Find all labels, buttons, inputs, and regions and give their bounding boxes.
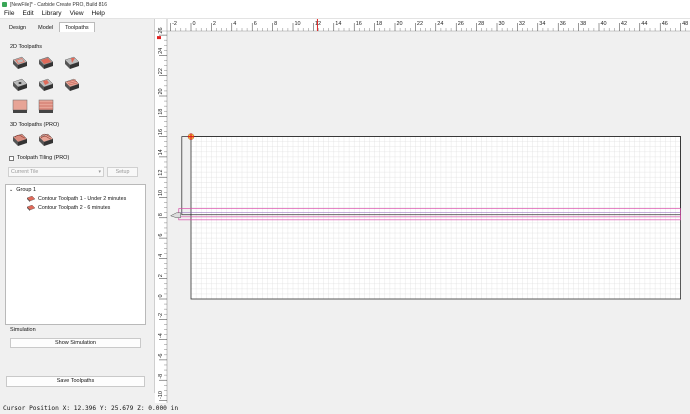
left-ruler-label: 14	[158, 149, 164, 155]
left-ruler-label: 0	[158, 294, 164, 297]
tiling-row: Toolpath Tiling (PRO)	[9, 155, 69, 161]
top-ruler-label: 32	[519, 21, 525, 27]
advanced-vcarve-toolpath-icon[interactable]	[37, 76, 55, 93]
left-ruler-label: 2	[158, 274, 164, 277]
left-ruler-label: 12	[158, 170, 164, 176]
menu-library[interactable]: Library	[38, 10, 66, 17]
menu-help[interactable]: Help	[88, 10, 109, 17]
left-ruler-label: -8	[158, 374, 164, 379]
tree-group-label: Group 1	[16, 187, 37, 193]
pocket-toolpath-icon[interactable]	[37, 54, 55, 71]
cursor-y-marker	[157, 36, 161, 40]
toolpath-tree: ⌄ Group 1 Contour Toolpath 1 - Under 2 m…	[5, 184, 146, 325]
tree-item-toolpath-1[interactable]: Contour Toolpath 1 - Under 2 minutes	[27, 196, 126, 202]
top-ruler-label: 8	[274, 21, 277, 27]
save-toolpaths-button[interactable]: Save Toolpaths	[6, 376, 145, 387]
top-ruler-label: 24	[437, 21, 443, 27]
tile-select-value: Current Tile	[11, 169, 39, 175]
top-ruler-label: 30	[499, 21, 505, 27]
tree-item-toolpath-2[interactable]: Contour Toolpath 2 - 6 minutes	[27, 205, 110, 211]
left-ruler-label: 26	[158, 27, 164, 33]
top-ruler-label: 48	[682, 21, 688, 27]
tab-design[interactable]: Design	[3, 22, 32, 32]
drill-toolpath-icon[interactable]	[11, 76, 29, 93]
top-ruler-label: 10	[295, 21, 301, 27]
tiling-setup-button[interactable]: Setup	[107, 167, 138, 177]
top-ruler-label: 46	[662, 21, 668, 27]
menu-file[interactable]: File	[0, 10, 18, 17]
tree-item-label: Contour Toolpath 2 - 6 minutes	[38, 205, 111, 211]
show-simulation-button[interactable]: Show Simulation	[10, 338, 141, 348]
left-ruler-label: 24	[158, 48, 164, 54]
vcarve-toolpath-icon[interactable]	[63, 54, 81, 71]
left-ruler-label: 22	[158, 68, 164, 74]
left-ruler-label: 18	[158, 109, 164, 115]
top-ruler-label: 6	[254, 21, 257, 27]
left-ruler-label: -10	[158, 391, 164, 399]
contour-toolpath-icon	[27, 196, 35, 202]
top-ruler-label: 44	[641, 21, 647, 27]
contour-toolpath-icon	[27, 205, 35, 211]
tile-select[interactable]: Current Tile ▾	[8, 167, 104, 177]
flat-pocket-toolpath-icon[interactable]	[11, 98, 29, 115]
top-ruler-label: 12	[315, 21, 321, 27]
chamfer-toolpath-icon[interactable]	[37, 98, 55, 115]
tab-toolpaths[interactable]: Toolpaths	[59, 22, 95, 32]
menu-bar: File Edit Library View Help	[0, 9, 690, 19]
chevron-down-icon[interactable]: ⌄	[9, 187, 13, 193]
top-ruler-label: 0	[193, 21, 196, 27]
top-ruler-label: 26	[458, 21, 464, 27]
left-ruler-label: -4	[158, 333, 164, 338]
top-ruler-label: 34	[539, 21, 545, 27]
top-ruler-label: 14	[335, 21, 341, 27]
menu-view[interactable]: View	[66, 10, 88, 17]
menu-edit[interactable]: Edit	[18, 10, 37, 17]
2d-toolpaths-label: 2D Toolpaths	[10, 44, 43, 50]
3d-finish-toolpath-icon[interactable]	[37, 131, 55, 148]
3d-toolpaths-label: 3D Toolpaths (PRO)	[10, 122, 60, 128]
top-ruler-label: 42	[621, 21, 627, 27]
tree-group[interactable]: ⌄ Group 1	[9, 187, 36, 193]
status-bar: Cursor Position X: 12.396 Y: 25.679 Z: 0…	[0, 403, 690, 414]
left-ruler-label: 6	[158, 234, 164, 237]
chevron-down-icon: ▾	[98, 169, 101, 175]
window-title: [NewFile]* - Carbide Create PRO, Build 8…	[10, 1, 107, 8]
title-bar: [NewFile]* - Carbide Create PRO, Build 8…	[0, 0, 690, 9]
top-ruler-label: 40	[601, 21, 607, 27]
simulation-label: Simulation	[10, 327, 36, 333]
tool-bit-icon	[169, 212, 181, 219]
left-panel: Design Model Toolpaths 2D Toolpaths 3D T…	[0, 19, 155, 393]
tab-bar: Design Model Toolpaths	[3, 22, 95, 32]
left-ruler-label: 4	[158, 254, 164, 257]
top-ruler-label: 2	[213, 21, 216, 27]
canvas-svg[interactable]: -2 0 2 4 6 8 10 12 14 16 18 20 22 24 26 28 30 32 34 36 38 40 4…	[155, 19, 690, 403]
tiling-checkbox[interactable]	[9, 155, 14, 161]
tab-model[interactable]: Model	[32, 22, 59, 32]
left-ruler-label: 20	[158, 88, 164, 94]
left-ruler-label: 16	[158, 129, 164, 135]
design-canvas[interactable]: -2 0 2 4 6 8 10 12 14 16 18 20 22 24 26 28 30 32 34 36 38 40 4…	[155, 19, 690, 403]
top-ruler-label: 20	[397, 21, 403, 27]
top-ruler-label: 18	[376, 21, 382, 27]
top-ruler-label: 22	[417, 21, 423, 27]
app-icon	[2, 2, 7, 7]
top-ruler-label: 36	[560, 21, 566, 27]
contour-toolpath-icon[interactable]	[11, 54, 29, 71]
top-ruler-label: 4	[233, 21, 236, 27]
left-ruler-label: -2	[158, 313, 164, 318]
texture-toolpath-icon[interactable]	[63, 76, 81, 93]
cursor-position: Cursor Position X: 12.396 Y: 25.679 Z: 0…	[3, 405, 179, 412]
top-ruler-label: 16	[356, 21, 362, 27]
tree-item-label: Contour Toolpath 1 - Under 2 minutes	[38, 196, 127, 202]
left-ruler-label: 8	[158, 213, 164, 216]
3d-rough-toolpath-icon[interactable]	[11, 131, 29, 148]
left-ruler-label: -6	[158, 354, 164, 359]
tiling-checkbox-label: Toolpath Tiling (PRO)	[17, 155, 70, 161]
left-ruler-label: 10	[158, 190, 164, 196]
top-ruler-label: -2	[172, 21, 177, 27]
top-ruler-label: 28	[478, 21, 484, 27]
top-ruler-label: 38	[580, 21, 586, 27]
